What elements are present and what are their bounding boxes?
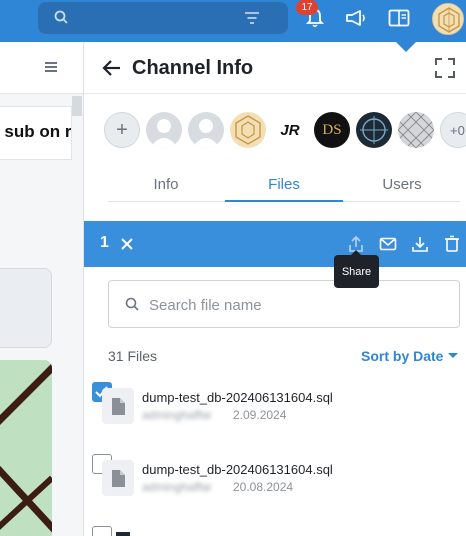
search-icon <box>54 10 68 29</box>
announcements-button[interactable] <box>341 6 371 34</box>
arrow-left-icon <box>100 60 124 84</box>
download-icon <box>410 237 430 258</box>
sidebar-panel-icon <box>388 9 410 32</box>
panel-title: Channel Info <box>132 57 254 79</box>
email-button[interactable] <box>378 234 398 254</box>
message-box[interactable] <box>0 268 52 348</box>
selection-action-bar: 1 <box>84 221 466 267</box>
share-tooltip: Share <box>334 250 379 288</box>
chat-area-background: t sub on r <box>0 42 83 536</box>
plus-icon: + <box>116 118 128 141</box>
member-avatar[interactable] <box>356 112 392 148</box>
file-name: dump-test_db-202406131604.sql <box>142 390 333 405</box>
top-bar: 17 <box>0 0 466 42</box>
tab-users[interactable]: Users <box>347 176 457 193</box>
close-icon <box>118 238 136 257</box>
member-avatar[interactable] <box>398 112 434 148</box>
member-avatars: + JR DS +0 <box>104 112 466 150</box>
file-item[interactable]: dump-test_db-202406131604.sql adminghaff… <box>84 378 466 438</box>
message-card[interactable]: t sub on r <box>0 106 72 160</box>
chevron-down-icon[interactable] <box>448 353 458 358</box>
message-card-text: t sub on r <box>0 122 72 141</box>
file-search-input[interactable] <box>149 293 449 317</box>
attachment-preview[interactable] <box>0 360 52 536</box>
file-uploader: adminghaffar <box>142 408 212 422</box>
notification-count-badge: 17 <box>296 0 318 15</box>
tab-info[interactable]: Info <box>111 176 221 193</box>
chat-header <box>0 42 83 94</box>
file-date: 20.08.2024 <box>233 480 294 494</box>
file-search-field[interactable] <box>108 280 460 328</box>
file-type-icon <box>102 460 134 496</box>
member-avatar[interactable] <box>230 112 266 148</box>
member-avatar[interactable] <box>188 112 224 148</box>
megaphone-icon <box>345 9 367 32</box>
file-checkbox[interactable] <box>92 526 112 536</box>
channel-info-panel: Channel Info + JR DS +0 Info Files Users… <box>83 42 466 536</box>
file-thumbnail <box>116 532 130 536</box>
expand-button[interactable] <box>434 57 456 79</box>
member-avatar-ds[interactable]: DS <box>314 112 350 148</box>
user-avatar[interactable] <box>432 3 464 35</box>
add-member-button[interactable]: + <box>104 112 140 148</box>
member-avatar-jr[interactable]: JR <box>272 112 308 148</box>
ds-logo-text: DS <box>322 121 342 138</box>
clear-selection-button[interactable] <box>118 235 136 253</box>
trash-icon <box>442 235 462 258</box>
toggle-sidebar-button[interactable] <box>384 6 414 34</box>
more-members-count: +0 <box>450 122 465 138</box>
sort-dropdown[interactable]: Sort by Date <box>361 348 443 364</box>
active-tab-indicator <box>225 200 343 202</box>
file-item[interactable]: dump-test_db-202406131604.sql adminghaff… <box>84 450 466 510</box>
file-item[interactable] <box>84 522 466 536</box>
fullscreen-icon <box>434 58 456 83</box>
tab-files[interactable]: Files <box>229 176 339 193</box>
filter-icon[interactable] <box>245 11 259 29</box>
delete-button[interactable] <box>442 234 462 254</box>
file-name: dump-test_db-202406131604.sql <box>142 462 333 477</box>
file-type-icon <box>102 388 134 424</box>
envelope-icon <box>378 237 398 258</box>
back-button[interactable] <box>100 56 124 80</box>
file-uploader: adminghaffar <box>142 480 212 494</box>
more-members-button[interactable]: +0 <box>440 112 466 148</box>
scrollbar-thumb[interactable] <box>72 96 82 116</box>
download-button[interactable] <box>410 234 430 254</box>
menu-icon[interactable] <box>45 62 57 74</box>
active-panel-pointer <box>396 42 416 52</box>
search-icon <box>125 297 139 316</box>
files-count: 31 Files <box>108 348 158 364</box>
member-avatar[interactable] <box>146 112 182 148</box>
jr-logo-text: JR <box>280 121 300 139</box>
panel-tabs: Info Files Users <box>108 170 460 202</box>
global-search-bar[interactable] <box>38 2 288 34</box>
file-date: 2.09.2024 <box>233 408 287 422</box>
selected-count: 1 <box>100 234 109 251</box>
